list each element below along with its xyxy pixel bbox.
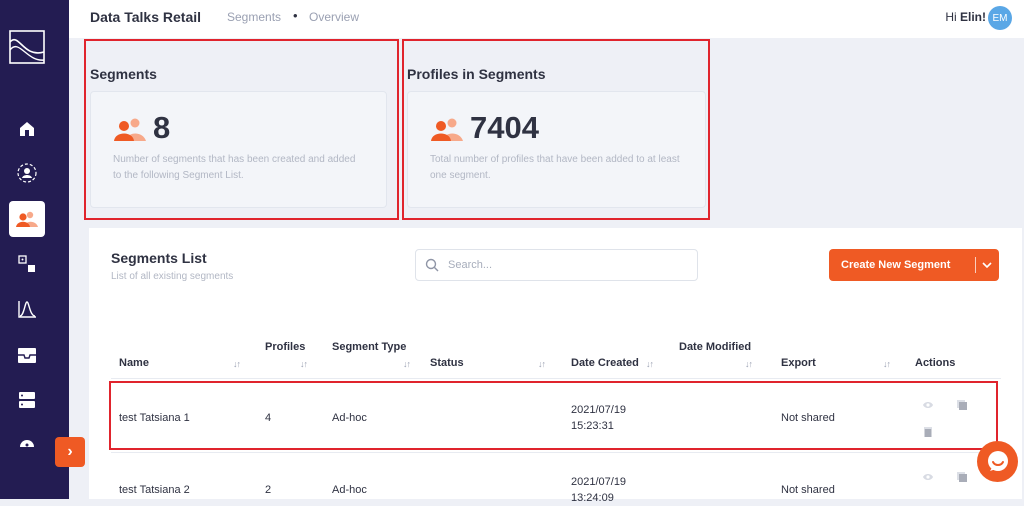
highlight-box-profiles [402, 39, 710, 220]
sidebar-item-inbox[interactable] [9, 337, 45, 373]
dashboard-gauge-icon [20, 440, 34, 447]
sort-date-created-icon[interactable]: ↓↑ [646, 359, 654, 369]
sort-profiles-icon[interactable]: ↓↑ [300, 359, 308, 369]
sidebar-item-server[interactable] [9, 382, 45, 418]
segments-icon [16, 211, 38, 227]
column-header-actions: Actions [915, 357, 956, 369]
sidebar-item-dashboard[interactable] [9, 424, 45, 460]
chevron-right-icon: › [67, 443, 73, 460]
dice-icon [18, 255, 35, 272]
profile-network-icon [17, 163, 37, 183]
segments-list-subtitle: List of all existing segments [111, 271, 234, 282]
sidebar-item-profiles[interactable] [9, 155, 45, 191]
chat-support-button[interactable] [977, 441, 1018, 482]
row2-profiles: 2 [265, 484, 272, 496]
row2-date-created: 2021/07/19 [571, 476, 627, 488]
segments-list-title: Segments List [111, 250, 207, 266]
column-header-segment-type[interactable]: Segment Type [332, 341, 406, 353]
app-title: Data Talks Retail [90, 9, 202, 25]
sidebar-item-home[interactable] [9, 111, 45, 147]
row2-export: Not shared [781, 484, 835, 496]
column-header-name[interactable]: Name [119, 357, 149, 369]
segments-list-card: Segments List List of all existing segme… [89, 228, 1022, 504]
chart-logo-icon[interactable] [9, 30, 45, 64]
column-header-export[interactable]: Export [781, 357, 816, 369]
sidebar [0, 0, 69, 499]
highlight-box-row [109, 381, 998, 450]
home-icon [20, 122, 34, 136]
search-input[interactable]: Search... [448, 259, 492, 271]
chevron-down-icon[interactable] [980, 258, 994, 272]
sort-date-modified-icon[interactable]: ↓↑ [745, 359, 753, 369]
search-icon [425, 258, 439, 272]
row2-segment-type: Ad-hoc [332, 484, 367, 496]
search-box[interactable]: Search... [415, 249, 698, 281]
column-header-date-modified[interactable]: Date Modified [679, 341, 751, 353]
inbox-icon [18, 348, 36, 363]
sidebar-item-distribution[interactable] [9, 291, 45, 327]
user-name: Elin! [960, 10, 986, 24]
column-header-date-created[interactable]: Date Created [571, 357, 639, 369]
sort-status-icon[interactable]: ↓↑ [538, 359, 546, 369]
sidebar-item-dice[interactable] [9, 246, 45, 282]
distribution-chart-icon [18, 301, 36, 318]
breadcrumb-separator: • [293, 8, 298, 23]
column-header-profiles[interactable]: Profiles [265, 341, 305, 353]
breadcrumb-segments[interactable]: Segments [227, 10, 281, 24]
user-greeting: Hi Elin! [945, 10, 986, 24]
header-divider [111, 378, 1001, 379]
view-eye-icon[interactable] [922, 471, 934, 483]
row-divider [111, 452, 1001, 453]
avatar[interactable]: EM [988, 6, 1012, 30]
create-new-segment-button[interactable]: Create New Segment [829, 249, 999, 281]
greeting-text: Hi [945, 10, 957, 24]
sidebar-item-segments[interactable] [9, 201, 45, 237]
button-divider [975, 257, 976, 273]
server-icon [19, 392, 35, 408]
chat-bubble-icon [987, 450, 1008, 471]
column-header-status[interactable]: Status [430, 357, 464, 369]
sort-name-icon[interactable]: ↓↑ [233, 359, 241, 369]
sidebar-expand-button[interactable]: › [55, 437, 85, 467]
copy-icon[interactable] [956, 471, 968, 483]
sort-segment-type-icon[interactable]: ↓↑ [403, 359, 411, 369]
row2-time-created: 13:24:09 [571, 492, 614, 504]
sort-export-icon[interactable]: ↓↑ [883, 359, 891, 369]
breadcrumb-overview[interactable]: Overview [309, 10, 359, 24]
row2-name[interactable]: test Tatsiana 2 [119, 482, 190, 498]
create-new-segment-label: Create New Segment [841, 259, 951, 271]
top-bar: Data Talks Retail Segments • Overview Hi… [69, 0, 1024, 38]
highlight-box-segments [84, 39, 399, 220]
